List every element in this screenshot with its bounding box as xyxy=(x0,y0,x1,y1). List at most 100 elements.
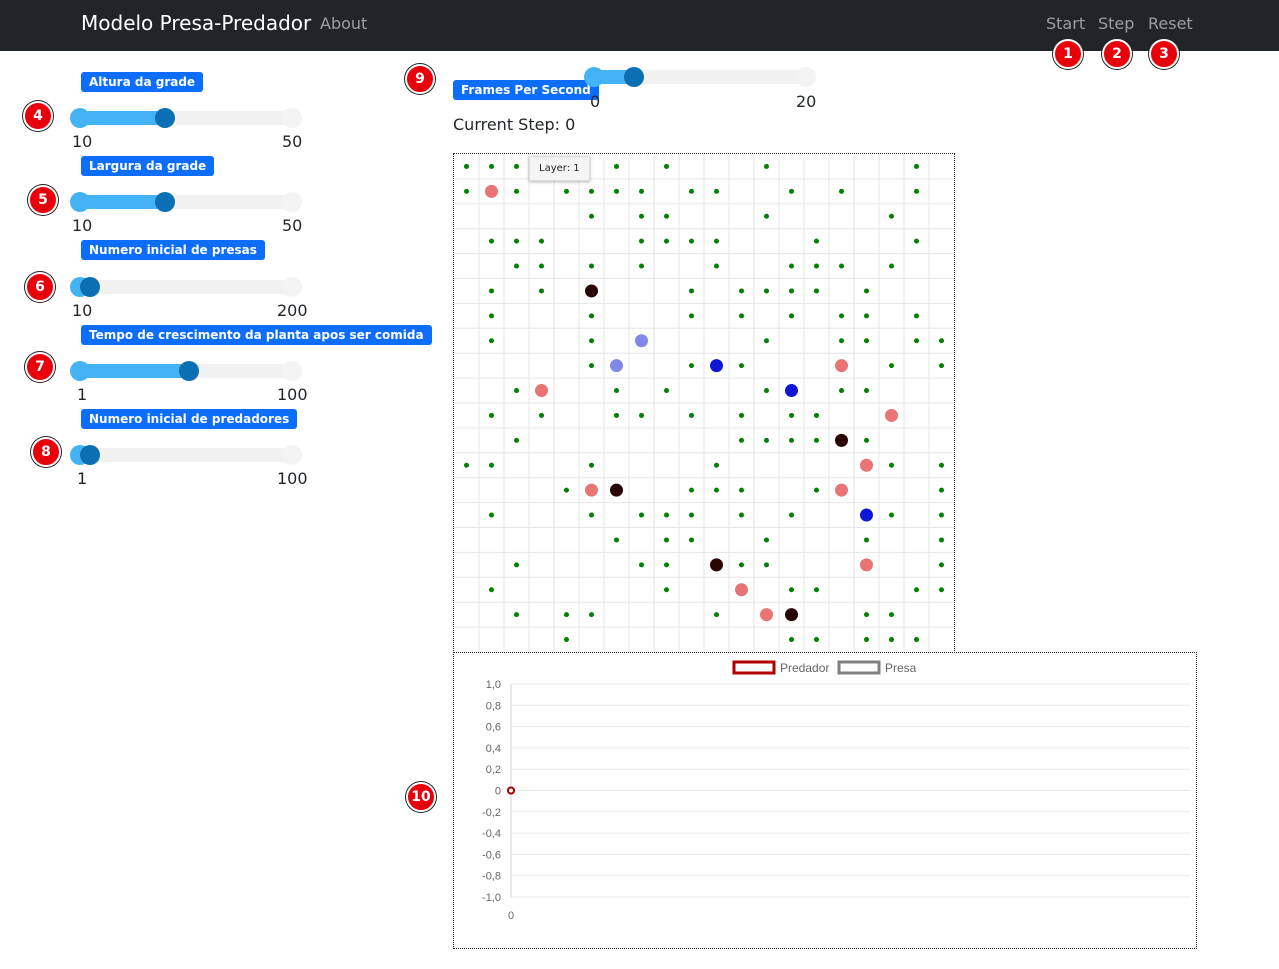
initial-predators-slider[interactable] xyxy=(70,445,302,465)
plant-marker xyxy=(564,487,569,493)
brand-title[interactable]: Modelo Presa-Predador xyxy=(81,11,311,35)
plant-marker xyxy=(789,313,794,319)
plant-marker xyxy=(814,437,819,443)
plant-marker xyxy=(864,637,869,643)
slider-thumb[interactable] xyxy=(178,361,199,381)
plant-marker xyxy=(464,163,469,169)
plant-marker xyxy=(689,512,694,518)
slider-thumb[interactable] xyxy=(155,108,175,128)
plant-marker xyxy=(764,562,769,568)
agent-marker xyxy=(635,334,648,348)
plant-marker xyxy=(839,188,844,194)
annotation-marker-5: 5 xyxy=(28,185,58,215)
annotation-marker-2: 2 xyxy=(1102,39,1132,69)
plant-marker xyxy=(864,388,869,394)
slider-start-handle xyxy=(70,108,90,128)
y-tick-label: -0,6 xyxy=(482,849,501,861)
plant-marker xyxy=(889,637,894,643)
plant-marker xyxy=(714,612,719,618)
plant-marker xyxy=(914,338,919,344)
plant-marker xyxy=(889,213,894,219)
plant-marker xyxy=(689,537,694,543)
slider-thumb[interactable] xyxy=(155,192,175,212)
plant-marker xyxy=(639,188,644,194)
plant-marker xyxy=(864,313,869,319)
y-tick-label: 0 xyxy=(495,786,501,798)
plant-marker xyxy=(514,188,519,194)
plant-marker xyxy=(739,437,744,443)
plant-marker xyxy=(664,388,669,394)
plant-marker xyxy=(689,313,694,319)
plant-marker xyxy=(739,512,744,518)
initial-prey-max: 200 xyxy=(277,301,308,320)
plant-marker xyxy=(664,163,669,169)
plant-marker xyxy=(514,238,519,244)
fps-slider[interactable] xyxy=(584,67,816,87)
reset-button[interactable]: Reset xyxy=(1148,14,1193,33)
plant-marker xyxy=(589,512,594,518)
plant-marker xyxy=(914,587,919,593)
plant-marker xyxy=(539,263,544,269)
plant-marker xyxy=(689,238,694,244)
layer-tooltip: Layer: 1 xyxy=(529,156,590,181)
plant-marker xyxy=(589,263,594,269)
initial-prey-slider[interactable] xyxy=(70,277,302,297)
slider-thumb[interactable] xyxy=(80,277,100,297)
plant-marker xyxy=(614,412,619,418)
y-tick-label: 0,4 xyxy=(486,743,501,755)
plant-marker xyxy=(514,163,519,169)
plant-marker xyxy=(614,537,619,543)
fps-max: 20 xyxy=(796,92,817,111)
plant-marker xyxy=(789,263,794,269)
plant-marker xyxy=(639,263,644,269)
plant-marker xyxy=(714,238,719,244)
plant-regrowth-slider[interactable] xyxy=(70,361,302,381)
slider-thumb[interactable] xyxy=(80,445,100,465)
initial-prey-min: 10 xyxy=(72,301,93,320)
agent-marker xyxy=(760,608,773,622)
plant-marker xyxy=(939,512,944,518)
plant-marker xyxy=(914,238,919,244)
grid-canvas[interactable] xyxy=(453,153,955,653)
slider-start-handle xyxy=(584,67,604,87)
agent-marker xyxy=(610,359,623,373)
plant-marker xyxy=(889,462,894,468)
about-link[interactable]: About xyxy=(320,14,367,33)
agent-marker xyxy=(835,483,848,497)
plant-marker xyxy=(864,437,869,443)
plant-marker xyxy=(589,188,594,194)
plant-marker xyxy=(839,338,844,344)
plant-marker xyxy=(464,462,469,468)
slider-end-handle xyxy=(282,277,302,297)
plant-marker xyxy=(639,412,644,418)
agent-marker xyxy=(835,359,848,373)
plant-marker xyxy=(939,537,944,543)
chart-svg: 1,0 0,8 0,6 0,4 0,2 0 -0,2 -0,4 -0,6 -0,8 -1,0 0 Pre… xyxy=(482,660,1190,922)
plant-marker xyxy=(489,412,494,418)
plant-marker xyxy=(839,263,844,269)
grid-height-slider[interactable] xyxy=(70,108,302,128)
annotation-marker-1: 1 xyxy=(1053,39,1083,69)
plant-marker xyxy=(814,487,819,493)
plant-marker xyxy=(464,188,469,194)
plant-marker xyxy=(739,412,744,418)
initial-predators-label: Numero inicial de predadores xyxy=(81,409,298,429)
y-tick-label: -1,0 xyxy=(482,892,501,904)
plant-marker xyxy=(789,437,794,443)
plant-marker xyxy=(764,537,769,543)
plant-marker xyxy=(539,412,544,418)
agent-marker xyxy=(735,583,748,597)
grid-svg xyxy=(454,154,954,652)
legend-swatch xyxy=(837,660,881,675)
grid-width-slider[interactable] xyxy=(70,192,302,212)
step-button[interactable]: Step xyxy=(1098,14,1134,33)
slider-end-handle xyxy=(282,192,302,212)
start-button[interactable]: Start xyxy=(1046,14,1085,33)
slider-thumb[interactable] xyxy=(624,67,644,87)
population-chart: 1,0 0,8 0,6 0,4 0,2 0 -0,2 -0,4 -0,6 -0,8 -1,0 0 Pre… xyxy=(453,652,1197,949)
plant-marker xyxy=(914,163,919,169)
annotation-marker-6: 6 xyxy=(25,272,55,302)
plant-marker xyxy=(689,288,694,294)
plant-marker xyxy=(689,363,694,369)
agent-marker xyxy=(785,384,798,398)
